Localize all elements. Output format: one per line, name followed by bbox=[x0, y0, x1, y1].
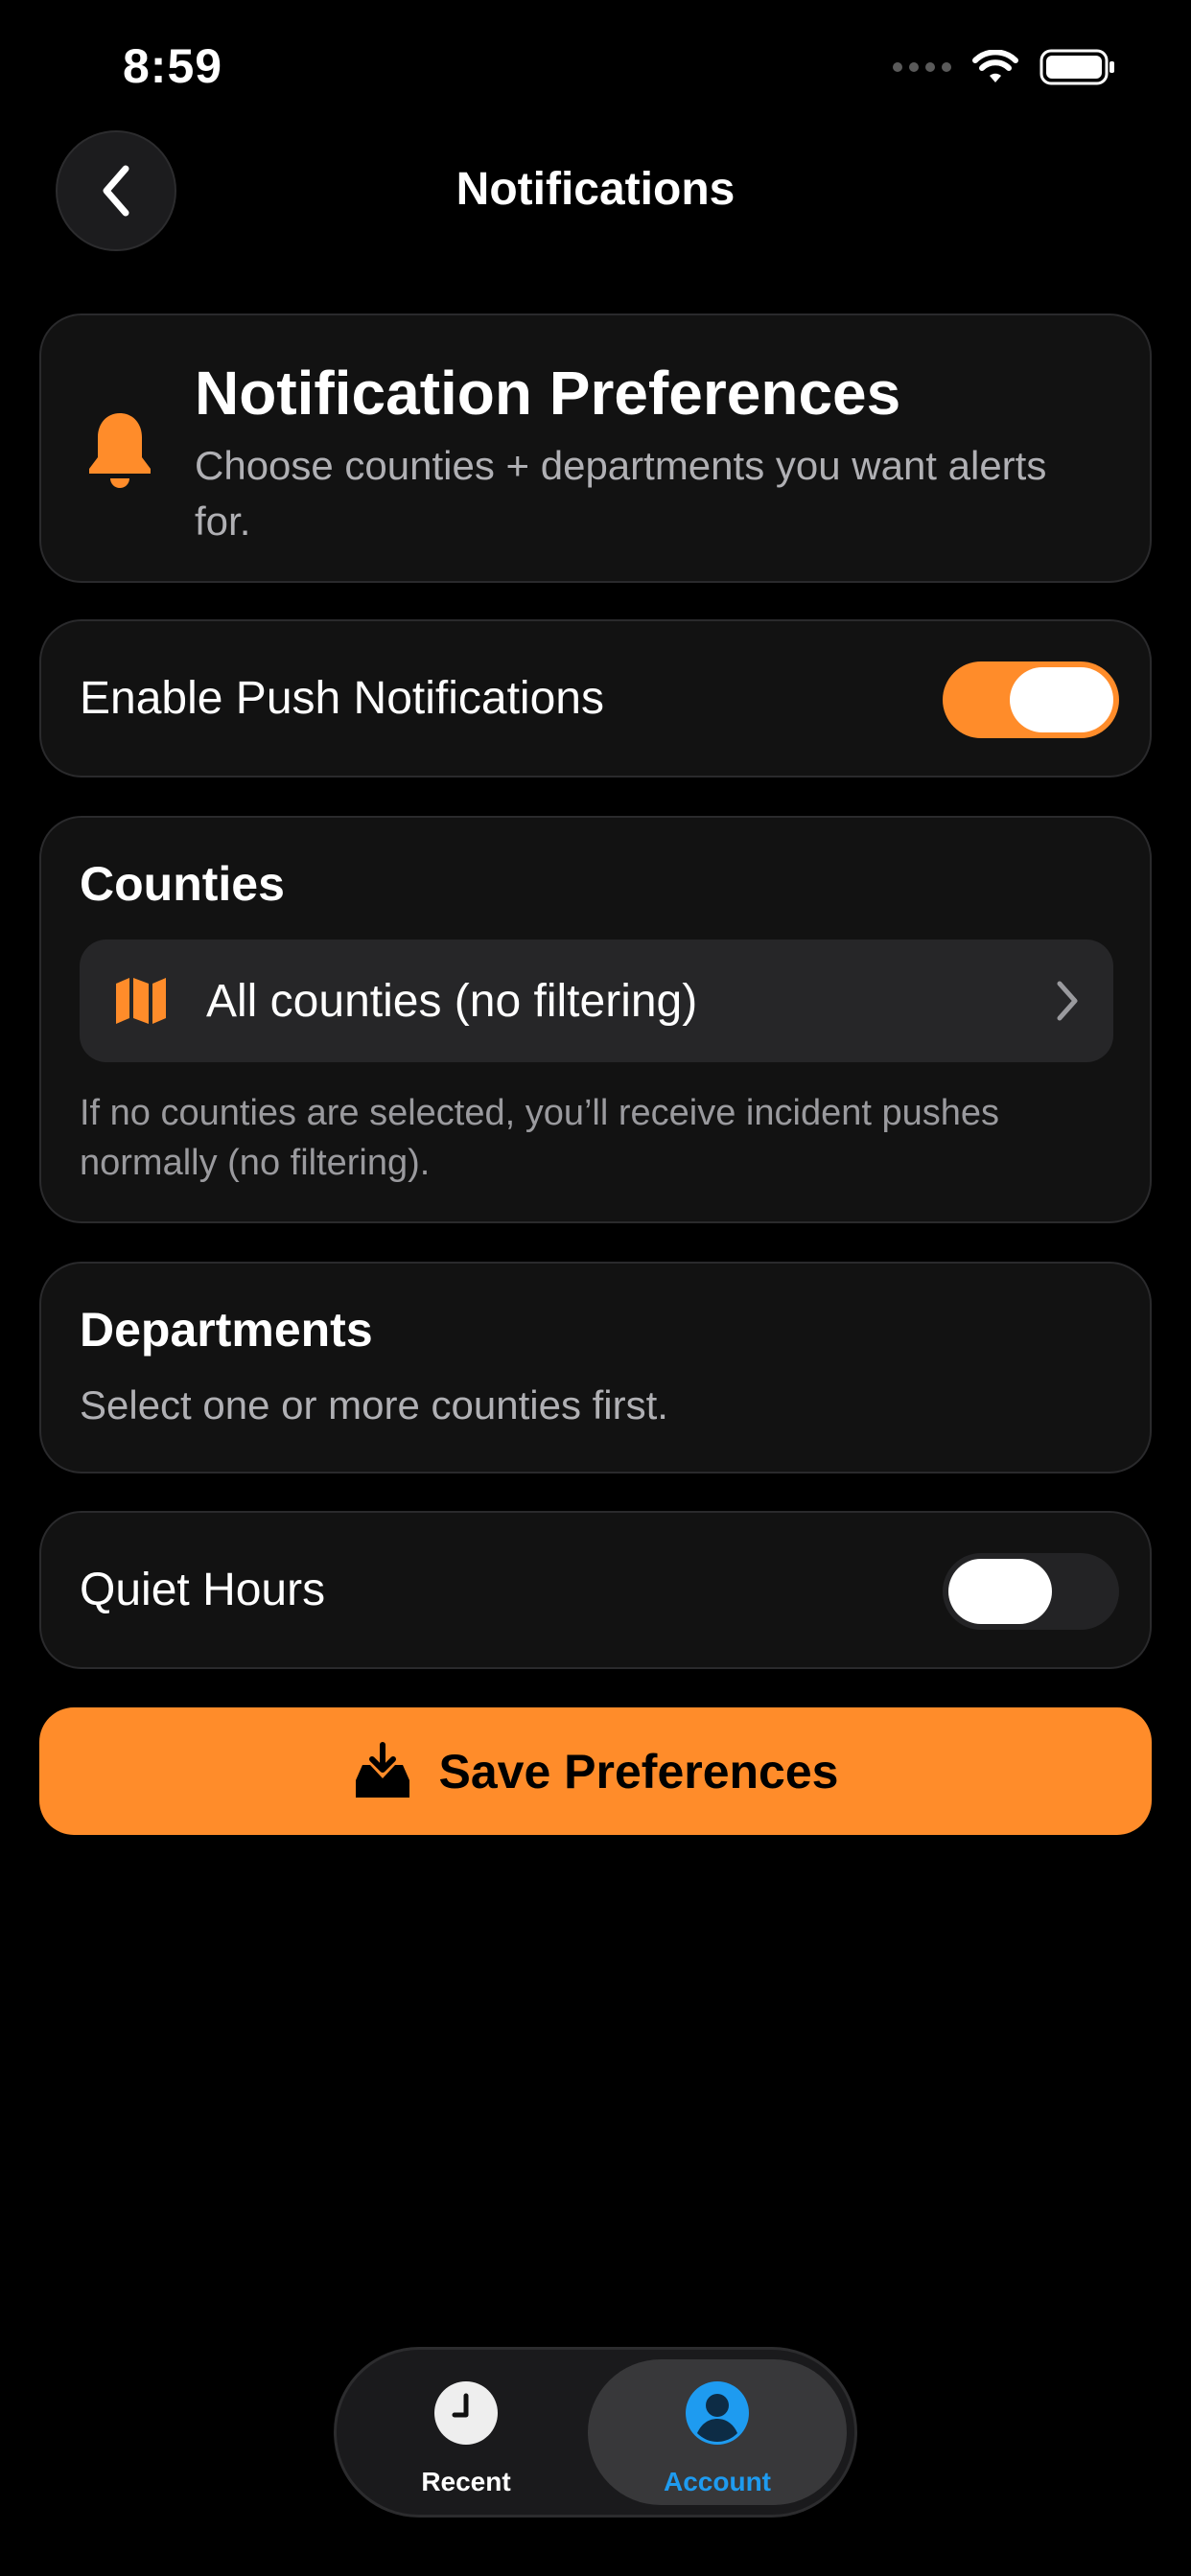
tab-bar: Recent Account bbox=[334, 2347, 857, 2518]
person-circle-icon bbox=[686, 2381, 749, 2445]
battery-icon bbox=[1039, 49, 1114, 85]
push-notifications-toggle[interactable] bbox=[943, 661, 1119, 738]
toggle-knob bbox=[948, 1559, 1052, 1624]
preferences-card: Notification Preferences Choose counties… bbox=[39, 313, 1152, 583]
tray-download-icon bbox=[355, 1741, 409, 1798]
departments-card: Departments Select one or more counties … bbox=[39, 1262, 1152, 1474]
map-icon bbox=[116, 978, 166, 1024]
wifi-icon bbox=[972, 50, 1018, 82]
cellular-signal-icon bbox=[893, 62, 951, 72]
tab-account[interactable]: Account bbox=[588, 2359, 847, 2505]
tab-recent[interactable]: Recent bbox=[346, 2359, 586, 2505]
push-notifications-label: Enable Push Notifications bbox=[80, 673, 604, 724]
tab-recent-label: Recent bbox=[421, 2467, 511, 2496]
push-notifications-row: Enable Push Notifications bbox=[39, 619, 1152, 777]
counties-selector-label: All counties (no filtering) bbox=[206, 975, 698, 1027]
counties-selector[interactable]: All counties (no filtering) bbox=[80, 940, 1113, 1062]
counties-title: Counties bbox=[80, 857, 285, 911]
preferences-subtitle: Choose counties + departments you want a… bbox=[195, 443, 1047, 544]
page-title: Notifications bbox=[455, 164, 736, 215]
counties-note: If no counties are selected, you’ll rece… bbox=[80, 1093, 999, 1183]
clock-icon bbox=[434, 2381, 498, 2445]
tab-account-label: Account bbox=[664, 2467, 771, 2496]
quiet-hours-row: Quiet Hours bbox=[39, 1511, 1152, 1669]
chevron-right-icon bbox=[1057, 981, 1078, 1021]
counties-card: Counties All counties (no filtering) If … bbox=[39, 816, 1152, 1223]
departments-note: Select one or more counties first. bbox=[80, 1382, 668, 1427]
bell-icon bbox=[89, 413, 151, 488]
save-preferences-button[interactable]: Save Preferences bbox=[39, 1707, 1152, 1835]
status-time: 8:59 bbox=[123, 39, 223, 93]
departments-title: Departments bbox=[80, 1303, 373, 1357]
status-indicators bbox=[893, 46, 1116, 88]
quiet-hours-toggle[interactable] bbox=[943, 1553, 1119, 1630]
preferences-title: Notification Preferences bbox=[195, 359, 901, 428]
save-preferences-label: Save Preferences bbox=[438, 1744, 839, 1799]
toggle-knob bbox=[1010, 667, 1113, 732]
quiet-hours-label: Quiet Hours bbox=[80, 1565, 326, 1615]
